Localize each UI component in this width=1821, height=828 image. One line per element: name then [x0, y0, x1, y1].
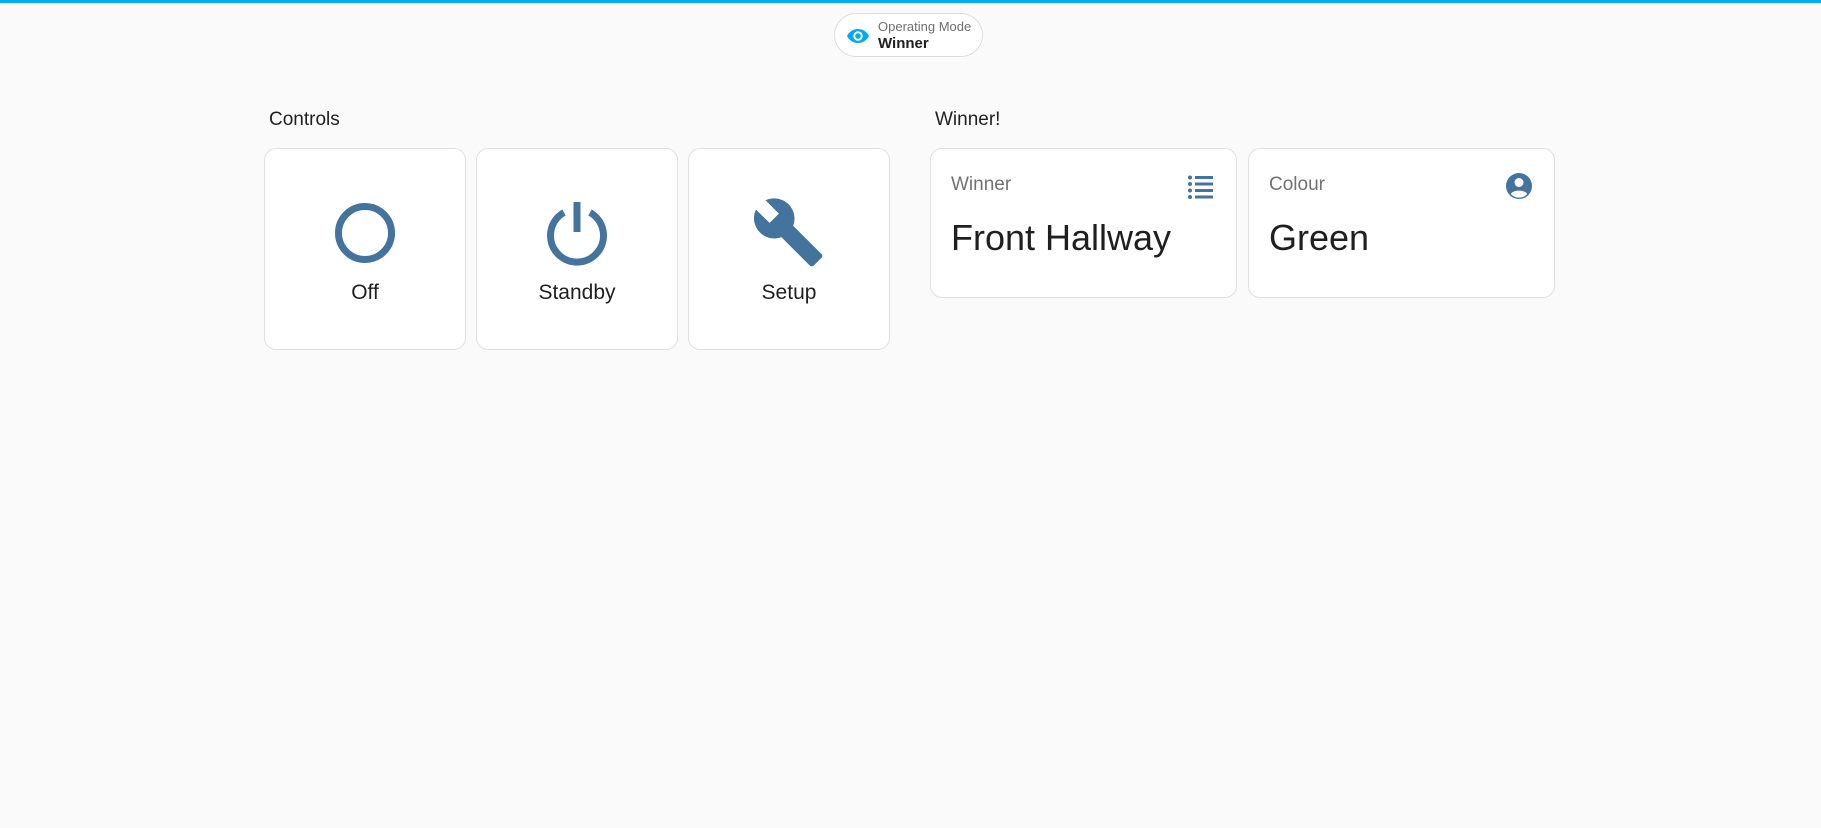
standby-button[interactable]: Standby: [476, 148, 678, 350]
winner-section-title: Winner!: [935, 109, 1001, 130]
operating-mode-value: Winner: [878, 35, 929, 52]
operating-mode-label: Operating Mode: [878, 19, 972, 34]
off-button-label: Off: [351, 281, 379, 304]
circle-outline-icon: [335, 203, 395, 263]
controls-section-title: Controls: [269, 109, 340, 130]
winner-tile-value: Front Hallway: [951, 217, 1172, 258]
setup-button-label: Setup: [761, 281, 817, 304]
list-icon: [1188, 175, 1213, 199]
account-circle-icon: [1506, 173, 1532, 199]
setup-button[interactable]: Setup: [688, 148, 890, 350]
winner-tile-name: Winner: [951, 174, 1012, 195]
eye-icon: [847, 29, 869, 43]
off-button[interactable]: Off: [264, 148, 466, 350]
winner-tile[interactable]: Winner Front Hallway: [930, 148, 1237, 298]
standby-button-label: Standby: [538, 281, 616, 304]
wrench-icon: [753, 198, 823, 267]
power-icon: [547, 202, 607, 266]
operating-mode-chip[interactable]: Operating Mode Winner: [834, 13, 983, 57]
top-accent-bar: [0, 0, 1821, 3]
colour-tile-value: Green: [1269, 217, 1370, 258]
colour-tile-name: Colour: [1269, 174, 1325, 195]
colour-tile[interactable]: Colour Green: [1248, 148, 1555, 298]
